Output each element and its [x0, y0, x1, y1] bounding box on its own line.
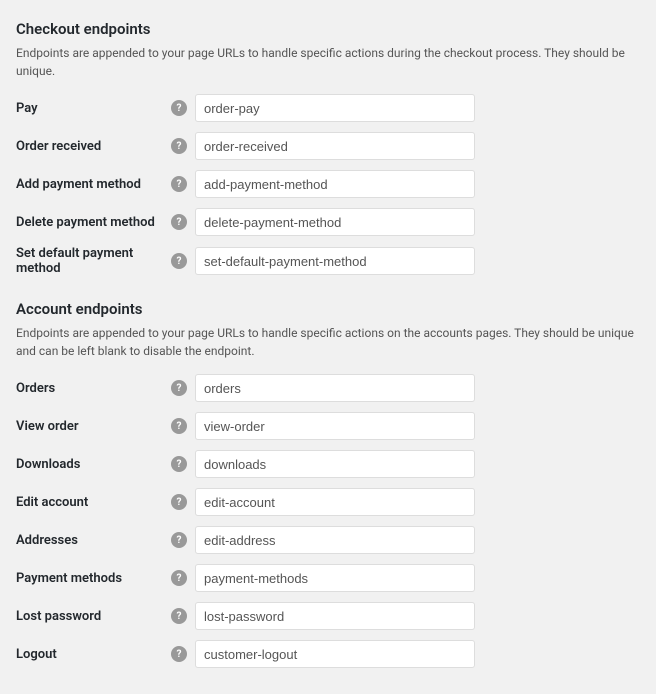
help-icon[interactable]: ? — [171, 570, 187, 586]
form-row: Orders? — [16, 374, 640, 402]
field-label: Lost password — [16, 609, 171, 624]
account-endpoints-description: Endpoints are appended to your page URLs… — [16, 324, 640, 360]
delete-payment-method-input[interactable] — [195, 208, 475, 236]
form-row: Add payment method? — [16, 170, 640, 198]
field-label: Payment methods — [16, 571, 171, 586]
form-row: Lost password? — [16, 602, 640, 630]
help-icon[interactable]: ? — [171, 418, 187, 434]
help-icon[interactable]: ? — [171, 138, 187, 154]
view-order-input[interactable] — [195, 412, 475, 440]
help-icon[interactable]: ? — [171, 608, 187, 624]
order-received-input[interactable] — [195, 132, 475, 160]
help-icon[interactable]: ? — [171, 214, 187, 230]
checkout-endpoints-description: Endpoints are appended to your page URLs… — [16, 44, 640, 80]
help-icon[interactable]: ? — [171, 253, 187, 269]
form-row: Set default payment method? — [16, 246, 640, 276]
form-row: Downloads? — [16, 450, 640, 478]
field-label: View order — [16, 419, 171, 434]
form-row: Edit account? — [16, 488, 640, 516]
field-label: Downloads — [16, 457, 171, 472]
form-row: View order? — [16, 412, 640, 440]
add-payment-method-input[interactable] — [195, 170, 475, 198]
field-label: Orders — [16, 381, 171, 396]
addresses-input[interactable] — [195, 526, 475, 554]
account-endpoints-title: Account endpoints — [16, 296, 640, 318]
orders-input[interactable] — [195, 374, 475, 402]
form-row: Delete payment method? — [16, 208, 640, 236]
pay-input[interactable] — [195, 94, 475, 122]
help-icon[interactable]: ? — [171, 176, 187, 192]
form-row: Addresses? — [16, 526, 640, 554]
edit-account-input[interactable] — [195, 488, 475, 516]
field-label: Edit account — [16, 495, 171, 510]
help-icon[interactable]: ? — [171, 646, 187, 662]
field-label: Logout — [16, 647, 171, 662]
payment-methods-input[interactable] — [195, 564, 475, 592]
lost-password-input[interactable] — [195, 602, 475, 630]
form-row: Order received? — [16, 132, 640, 160]
field-label: Delete payment method — [16, 215, 171, 230]
help-icon[interactable]: ? — [171, 494, 187, 510]
help-icon[interactable]: ? — [171, 532, 187, 548]
downloads-input[interactable] — [195, 450, 475, 478]
help-icon[interactable]: ? — [171, 456, 187, 472]
help-icon[interactable]: ? — [171, 100, 187, 116]
field-label: Order received — [16, 139, 171, 154]
account-fields-container: Orders?View order?Downloads?Edit account… — [16, 374, 640, 668]
field-label: Set default payment method — [16, 246, 171, 276]
checkout-fields-container: Pay?Order received?Add payment method?De… — [16, 94, 640, 276]
form-row: Pay? — [16, 94, 640, 122]
logout-input[interactable] — [195, 640, 475, 668]
help-icon[interactable]: ? — [171, 380, 187, 396]
checkout-endpoints-title: Checkout endpoints — [16, 16, 640, 38]
form-row: Logout? — [16, 640, 640, 668]
set-default-payment-method-input[interactable] — [195, 247, 475, 275]
field-label: Addresses — [16, 533, 171, 548]
field-label: Add payment method — [16, 177, 171, 192]
form-row: Payment methods? — [16, 564, 640, 592]
field-label: Pay — [16, 101, 171, 116]
